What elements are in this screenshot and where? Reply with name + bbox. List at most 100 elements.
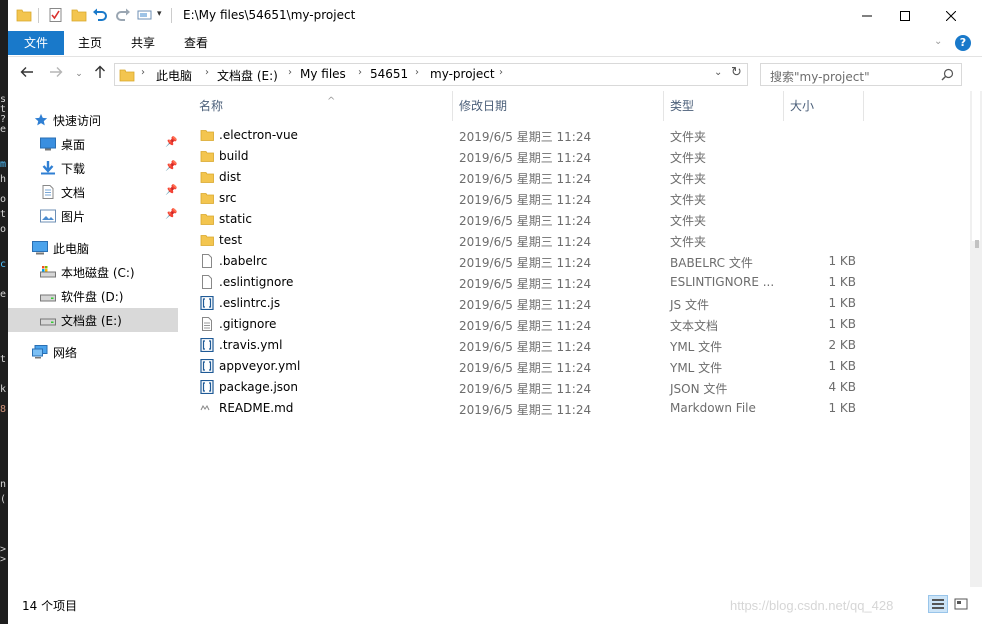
file-row[interactable]: src 2019/6/5 星期三 11:24 文件夹 bbox=[184, 188, 970, 209]
nav-drive-c[interactable]: 本地磁盘 (C:) bbox=[8, 260, 178, 284]
pin-icon[interactable]: 📌 bbox=[165, 209, 177, 220]
address-history-chevron-icon[interactable]: ⌄ bbox=[714, 67, 722, 78]
column-header-date[interactable]: 修改日期 bbox=[453, 91, 664, 121]
breadcrumb-drive-e[interactable]: 文档盘 (E:) bbox=[217, 67, 278, 84]
minimize-icon bbox=[862, 15, 872, 16]
details-view-button[interactable] bbox=[928, 595, 948, 613]
file-row[interactable]: static 2019/6/5 星期三 11:24 文件夹 bbox=[184, 209, 970, 230]
column-header-label: 类型 bbox=[670, 99, 695, 113]
nav-item-documents[interactable]: 文档 📌 bbox=[8, 180, 178, 204]
large-icons-view-button[interactable] bbox=[951, 595, 971, 613]
new-folder-icon[interactable] bbox=[71, 7, 87, 23]
file-list: 名称 ^ 修改日期 类型 大小 .electron-vue 2019/6/5 星期… bbox=[184, 91, 970, 587]
file-row[interactable]: dist 2019/6/5 星期三 11:24 文件夹 bbox=[184, 167, 970, 188]
file-row[interactable]: build 2019/6/5 星期三 11:24 文件夹 bbox=[184, 146, 970, 167]
file-row[interactable]: appveyor.yml 2019/6/5 星期三 11:24 YML 文件 1 KB bbox=[184, 356, 970, 377]
file-size: 1 KB bbox=[828, 275, 856, 289]
file-row[interactable]: .babelrc 2019/6/5 星期三 11:24 BABELRC 文件 1 KB bbox=[184, 251, 970, 272]
back-arrow-icon bbox=[20, 67, 33, 77]
nav-label: 图片 bbox=[61, 210, 86, 224]
expand-ribbon-chevron-icon[interactable]: ⌄ bbox=[934, 36, 942, 47]
nav-item-pictures[interactable]: 图片 📌 bbox=[8, 204, 178, 228]
file-row[interactable]: .travis.yml 2019/6/5 星期三 11:24 YML 文件 2 KB bbox=[184, 335, 970, 356]
breadcrumb-separator-icon: › bbox=[499, 67, 503, 78]
breadcrumb-separator-icon: › bbox=[358, 67, 362, 78]
redo-icon[interactable] bbox=[115, 7, 131, 23]
window-title: E:\My files\54651\my-project bbox=[183, 8, 356, 22]
drive-icon bbox=[40, 318, 56, 326]
nav-drive-e[interactable]: 文档盘 (E:) bbox=[8, 308, 178, 332]
forward-arrow-icon bbox=[50, 67, 63, 77]
large-icons-view-icon bbox=[954, 598, 968, 610]
file-row[interactable]: .gitignore 2019/6/5 星期三 11:24 文本文档 1 KB bbox=[184, 314, 970, 335]
tab-view[interactable]: 查看 bbox=[170, 31, 222, 55]
file-type: 文件夹 bbox=[670, 172, 707, 186]
properties-icon[interactable] bbox=[48, 7, 64, 23]
vertical-scrollbar[interactable] bbox=[970, 91, 982, 587]
file-row[interactable]: README.md 2019/6/5 星期三 11:24 Markdown File… bbox=[184, 398, 970, 419]
forward-button[interactable] bbox=[47, 65, 65, 83]
file-date: 2019/6/5 星期三 11:24 bbox=[459, 319, 592, 333]
file-type: YML 文件 bbox=[670, 340, 723, 354]
folder-icon bbox=[16, 9, 32, 22]
file-date: 2019/6/5 星期三 11:24 bbox=[459, 382, 592, 396]
file-name: .travis.yml bbox=[219, 338, 283, 352]
refresh-icon[interactable]: ↻ bbox=[731, 65, 742, 80]
file-row[interactable]: .electron-vue 2019/6/5 星期三 11:24 文件夹 bbox=[184, 125, 970, 146]
nav-label: 本地磁盘 (C:) bbox=[61, 266, 135, 280]
title-bar: ▾ E:\My files\54651\my-project bbox=[8, 0, 982, 31]
up-button[interactable] bbox=[91, 65, 109, 83]
column-header-type[interactable]: 类型 bbox=[664, 91, 784, 121]
breadcrumb-this-pc[interactable]: 此电脑 bbox=[156, 67, 192, 84]
file-row[interactable]: package.json 2019/6/5 星期三 11:24 JSON 文件 4 K… bbox=[184, 377, 970, 398]
file-row[interactable]: .eslintignore 2019/6/5 星期三 11:24 ESLINTIGN… bbox=[184, 272, 970, 293]
tab-share[interactable]: 共享 bbox=[117, 31, 169, 55]
recent-locations-chevron-icon[interactable]: ⌄ bbox=[70, 65, 88, 83]
system-drive-icon bbox=[40, 266, 56, 278]
column-header-name[interactable]: 名称 ^ bbox=[193, 91, 453, 121]
scrollbar-grip bbox=[975, 240, 979, 248]
nav-network[interactable]: 网络 bbox=[8, 340, 178, 364]
close-button[interactable] bbox=[928, 0, 974, 31]
customize-toolbar-chevron-icon[interactable]: ▾ bbox=[157, 9, 162, 19]
breadcrumb-separator-icon: › bbox=[205, 67, 209, 78]
nav-item-desktop[interactable]: 桌面 📌 bbox=[8, 132, 178, 156]
maximize-button[interactable] bbox=[882, 0, 928, 31]
file-size: 1 KB bbox=[828, 317, 856, 331]
nav-quick-access[interactable]: 快速访问 bbox=[8, 108, 178, 132]
code-file-icon bbox=[200, 338, 214, 352]
file-size: 1 KB bbox=[828, 401, 856, 415]
help-icon[interactable]: ? bbox=[955, 35, 971, 51]
watermark: https://blog.csdn.net/qq_428 bbox=[730, 598, 894, 613]
tab-home[interactable]: 主页 bbox=[64, 31, 116, 55]
column-header-size[interactable]: 大小 bbox=[784, 91, 864, 121]
nav-drive-d[interactable]: 软件盘 (D:) bbox=[8, 284, 178, 308]
breadcrumb-54651[interactable]: 54651 bbox=[370, 67, 408, 81]
pin-icon[interactable]: 📌 bbox=[165, 137, 177, 148]
pin-icon[interactable]: 📌 bbox=[165, 185, 177, 196]
address-bar[interactable]: › 此电脑 › 文档盘 (E:) › My files › 54651 › my… bbox=[114, 63, 748, 86]
back-button[interactable] bbox=[18, 65, 36, 83]
file-name: appveyor.yml bbox=[219, 359, 301, 373]
file-name: README.md bbox=[219, 401, 294, 415]
file-row[interactable]: test 2019/6/5 星期三 11:24 文件夹 bbox=[184, 230, 970, 251]
nav-this-pc[interactable]: 此电脑 bbox=[8, 236, 178, 260]
undo-icon[interactable] bbox=[92, 7, 108, 23]
column-header-label: 修改日期 bbox=[459, 99, 508, 113]
breadcrumb-my-project[interactable]: my-project bbox=[430, 67, 495, 81]
nav-item-downloads[interactable]: 下载 📌 bbox=[8, 156, 178, 180]
tab-file[interactable]: 文件 bbox=[8, 31, 64, 55]
file-name: .babelrc bbox=[219, 254, 268, 268]
scrollbar-thumb[interactable] bbox=[972, 91, 980, 241]
file-date: 2019/6/5 星期三 11:24 bbox=[459, 361, 592, 375]
file-type: 文件夹 bbox=[670, 214, 707, 228]
file-row[interactable]: .eslintrc.js 2019/6/5 星期三 11:24 JS 文件 1 KB bbox=[184, 293, 970, 314]
ribbon-tabs: 文件 主页 共享 查看 ⌄ ? bbox=[8, 31, 982, 57]
file-type: BABELRC 文件 bbox=[670, 256, 753, 270]
breadcrumb-my-files[interactable]: My files bbox=[300, 67, 346, 81]
pin-icon[interactable]: 📌 bbox=[165, 161, 177, 172]
star-icon bbox=[34, 113, 48, 126]
rename-icon[interactable] bbox=[137, 7, 153, 23]
search-input[interactable]: 搜索"my-project" bbox=[760, 63, 962, 86]
network-icon bbox=[32, 345, 48, 359]
